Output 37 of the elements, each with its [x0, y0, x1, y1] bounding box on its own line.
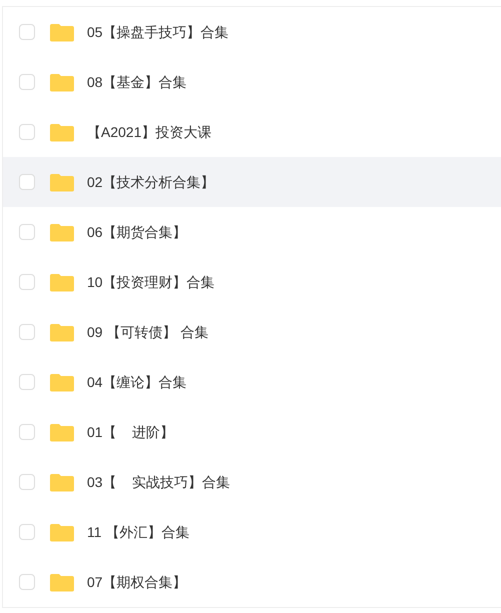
folder-name[interactable]: 07【期权合集】 [87, 572, 187, 592]
checkbox[interactable] [19, 124, 35, 140]
folder-icon [49, 172, 75, 192]
folder-name[interactable]: 02【技术分析合集】 [87, 172, 215, 192]
folder-icon [49, 72, 75, 92]
folder-icon [49, 122, 75, 142]
folder-name[interactable]: 01【 进阶】 [87, 422, 174, 442]
file-row[interactable]: 02【技术分析合集】 [3, 157, 501, 207]
folder-icon [49, 472, 75, 492]
folder-name[interactable]: 10【投资理财】合集 [87, 272, 215, 292]
folder-name[interactable]: 【A2021】投资大课 [87, 122, 212, 142]
folder-icon [49, 272, 75, 292]
checkbox[interactable] [19, 374, 35, 390]
folder-icon [49, 572, 75, 592]
checkbox[interactable] [19, 24, 35, 40]
checkbox[interactable] [19, 324, 35, 340]
folder-icon [49, 322, 75, 342]
folder-name[interactable]: 11 【外汇】合集 [87, 522, 190, 542]
checkbox[interactable] [19, 474, 35, 490]
folder-name[interactable]: 03【 实战技巧】合集 [87, 472, 230, 492]
folder-icon [49, 372, 75, 392]
folder-name[interactable]: 08【基金】合集 [87, 72, 187, 92]
checkbox[interactable] [19, 274, 35, 290]
checkbox[interactable] [19, 424, 35, 440]
folder-icon [49, 522, 75, 542]
folder-name[interactable]: 09 【可转债】 合集 [87, 322, 208, 342]
folder-name[interactable]: 06【期货合集】 [87, 222, 187, 242]
checkbox[interactable] [19, 74, 35, 90]
folder-icon [49, 422, 75, 442]
folder-icon [49, 22, 75, 42]
folder-name[interactable]: 05【操盘手技巧】合集 [87, 22, 229, 42]
checkbox[interactable] [19, 574, 35, 590]
checkbox[interactable] [19, 524, 35, 540]
checkbox[interactable] [19, 174, 35, 190]
folder-name[interactable]: 04【缠论】合集 [87, 372, 187, 392]
checkbox[interactable] [19, 224, 35, 240]
folder-icon [49, 222, 75, 242]
